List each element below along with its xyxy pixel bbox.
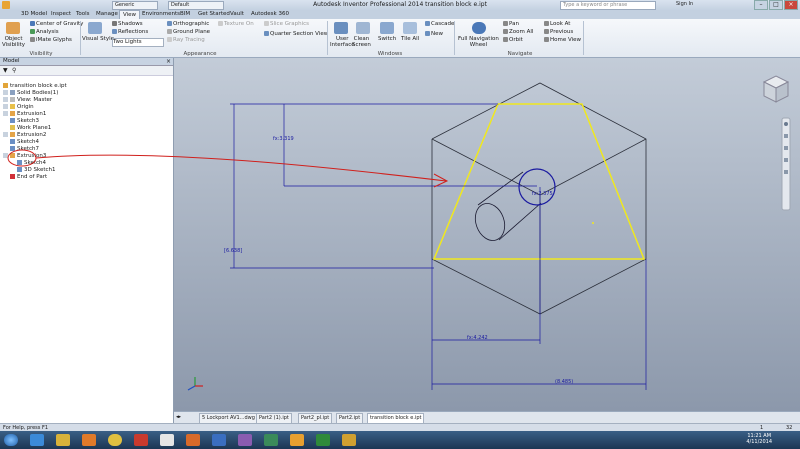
red-annotation — [7, 149, 449, 188]
part-edges — [431, 82, 647, 315]
navigation-bar[interactable] — [781, 117, 791, 211]
dimension-8485[interactable]: (8.485) — [555, 379, 573, 385]
app-icon-green[interactable] — [264, 434, 278, 446]
inventor-icon[interactable] — [160, 434, 174, 446]
view-cube-icon[interactable] — [762, 75, 790, 103]
model-drawing — [7, 75, 791, 391]
dimension-6638[interactable]: [6.638] — [224, 248, 242, 254]
cylinder-feature[interactable] — [470, 171, 542, 245]
onenote-icon[interactable] — [238, 434, 252, 446]
dimension-4242[interactable]: fx:4.242 — [467, 335, 488, 341]
autocad-icon[interactable] — [186, 434, 200, 446]
word-icon[interactable] — [212, 434, 226, 446]
dimension-lines — [230, 103, 647, 390]
paint-icon[interactable] — [290, 434, 304, 446]
clock-date: 4/11/2014 — [746, 439, 772, 445]
center-point — [592, 222, 594, 224]
axis-triad-icon — [187, 377, 203, 391]
powerpoint-icon[interactable] — [134, 434, 148, 446]
windows-taskbar: 11:21 AM 4/11/2014 — [0, 431, 800, 449]
internet-explorer-icon[interactable] — [30, 434, 44, 446]
chrome-icon[interactable] — [108, 434, 122, 446]
dimension-2375[interactable]: fx:2.375 — [532, 191, 553, 197]
selected-profile[interactable] — [432, 103, 646, 260]
dimension-3319[interactable]: fx:3.319 — [273, 136, 294, 142]
start-button-icon[interactable] — [4, 434, 18, 446]
media-player-icon[interactable] — [82, 434, 96, 446]
file-explorer-icon[interactable] — [56, 434, 70, 446]
tab-scroll-icon[interactable]: ◂▸ — [176, 414, 181, 420]
system-clock[interactable]: 11:21 AM 4/11/2014 — [746, 433, 772, 445]
excel-icon[interactable] — [316, 434, 330, 446]
inventor-task-icon[interactable] — [342, 434, 356, 446]
